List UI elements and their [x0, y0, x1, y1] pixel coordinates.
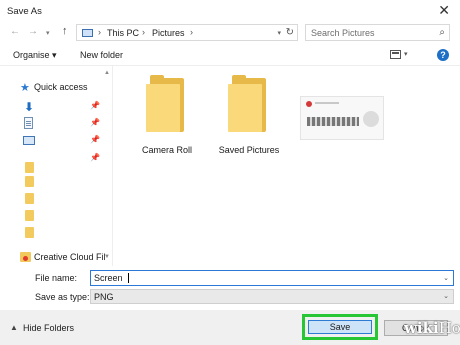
nav-item-pictures[interactable]: 📌: [22, 134, 106, 148]
search-placeholder: Search Pictures: [311, 28, 375, 38]
watermark-wiki: wiki: [404, 319, 439, 337]
search-icon: ⌕: [439, 27, 445, 38]
folder-icon: [25, 176, 34, 187]
search-input[interactable]: Search Pictures ⌕: [305, 24, 450, 41]
folder-label: Camera Roll: [141, 145, 192, 155]
help-icon[interactable]: ?: [437, 49, 449, 61]
nav-item-documents[interactable]: 📌: [22, 117, 106, 131]
command-toolbar: Organise ▾ New folder ▾ ?: [0, 44, 460, 66]
breadcrumb-pictures[interactable]: Pictures: [152, 28, 185, 38]
folder-icon: [25, 193, 34, 204]
scroll-down-icon[interactable]: ▼: [104, 254, 110, 260]
save-button[interactable]: Save: [308, 320, 372, 334]
organise-button[interactable]: Organise ▾: [13, 50, 57, 61]
chevron-down-icon[interactable]: ⌄: [443, 274, 449, 282]
title-bar: Save As ✕: [0, 0, 460, 22]
pictures-icon: [23, 136, 35, 145]
close-icon[interactable]: ✕: [438, 3, 450, 17]
nav-item-folder[interactable]: [22, 227, 106, 241]
watermark-how: How: [438, 319, 460, 337]
pin-icon: 📌: [90, 153, 100, 162]
window-title: Save As: [7, 6, 42, 17]
pin-icon: 📌: [90, 118, 100, 127]
nav-item-folder[interactable]: [22, 210, 106, 224]
folder-icon: [146, 75, 190, 132]
hide-folders-label: Hide Folders: [23, 323, 75, 333]
scroll-up-icon[interactable]: ▲: [104, 70, 110, 76]
save-as-type-select[interactable]: PNG ⌄: [90, 289, 454, 304]
chevron-down-icon: ⌄: [443, 293, 449, 300]
folder-icon: [25, 227, 34, 238]
folder-item-camera-roll[interactable]: Camera Roll: [128, 74, 206, 155]
pin-icon: 📌: [90, 101, 100, 110]
folder-icon: [228, 75, 272, 132]
view-icon: [390, 50, 401, 59]
creative-cloud-folder-icon: [20, 252, 31, 262]
back-arrow-icon[interactable]: ←: [10, 26, 20, 37]
refresh-icon[interactable]: ↻: [286, 27, 294, 38]
text-cursor: [128, 273, 129, 283]
view-dropdown-icon: ▾: [404, 51, 408, 58]
nav-item-downloads[interactable]: ⬇ 📌: [22, 100, 106, 114]
folder-label: Saved Pictures: [218, 145, 280, 155]
star-icon: ★: [20, 82, 30, 94]
recent-locations-chevron-icon[interactable]: ▾: [46, 29, 50, 37]
computer-icon: [82, 29, 93, 37]
navigation-pane: ▲ ★ Quick access ⬇ 📌 📌 📌 📌 Creative Clou…: [0, 66, 113, 266]
nav-item-folder[interactable]: 📌: [22, 152, 106, 173]
save-button-highlight: Save: [302, 314, 378, 340]
wikihow-watermark: wikiHow: [404, 319, 460, 337]
breadcrumb-separator-icon: ›: [98, 27, 101, 37]
nav-item-label: Quick access: [34, 82, 88, 92]
document-icon: [24, 117, 33, 129]
file-name-label: File name:: [35, 273, 78, 283]
new-folder-button[interactable]: New folder: [80, 50, 123, 60]
view-options-button[interactable]: ▾: [390, 49, 414, 61]
forward-arrow-icon[interactable]: →: [28, 26, 38, 37]
folder-icon: [25, 162, 34, 173]
nav-item-folder[interactable]: [22, 193, 106, 207]
file-name-row: File name: Screen ⌄: [0, 268, 460, 288]
file-name-value: Screen: [94, 273, 123, 283]
file-name-input[interactable]: Screen ⌄: [90, 270, 454, 286]
dialog-footer: ▲ Hide Folders Save Cancel: [0, 310, 460, 345]
chevron-up-icon: ▲: [10, 323, 18, 332]
breadcrumb-this-pc[interactable]: This PC: [107, 28, 139, 38]
file-list: Camera Roll Saved Pictures: [114, 66, 460, 266]
address-dropdown-icon[interactable]: ▾: [277, 29, 281, 37]
save-as-type-label: Save as type:: [35, 292, 90, 302]
nav-item-label: Creative Cloud Fil: [34, 252, 106, 262]
download-icon: ⬇: [24, 100, 35, 114]
breadcrumb-separator-icon: ›: [142, 27, 145, 37]
nav-item-folder[interactable]: [22, 176, 106, 190]
address-bar[interactable]: › This PC › Pictures › ▾ ↻: [76, 24, 298, 41]
address-row: ← → ▾ ↑ › This PC › Pictures › ▾ ↻ Searc…: [0, 22, 460, 44]
pin-icon: 📌: [90, 135, 100, 144]
folder-icon: [25, 210, 34, 221]
image-file-thumbnail[interactable]: [300, 96, 384, 140]
breadcrumb-separator-icon: ›: [190, 27, 193, 37]
folder-item-saved-pictures[interactable]: Saved Pictures: [210, 74, 288, 155]
up-arrow-icon[interactable]: ↑: [62, 25, 68, 37]
save-as-type-value: PNG: [94, 292, 114, 302]
